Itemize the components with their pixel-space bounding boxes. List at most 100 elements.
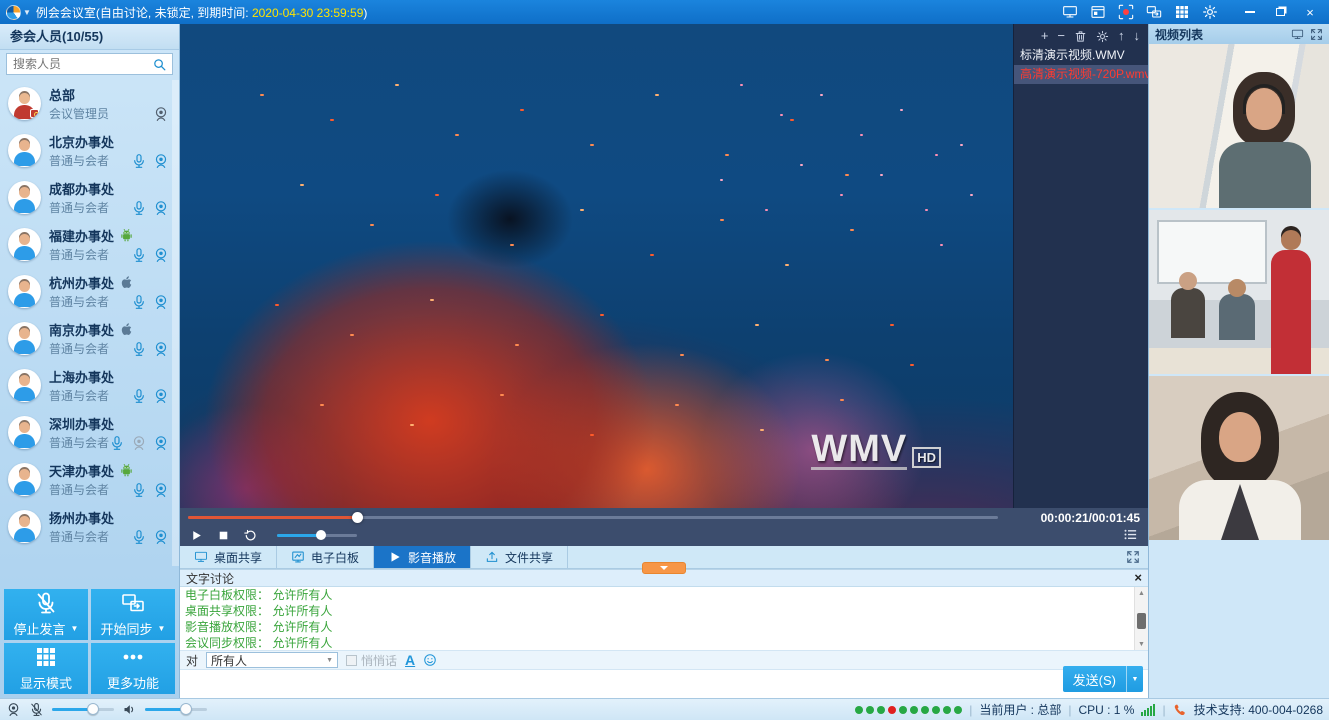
logo-caret-icon[interactable]: ▼ [23,8,31,17]
mic-icon[interactable] [131,247,147,263]
video-thumbnail-1[interactable] [1149,44,1329,208]
message-input[interactable] [180,670,1148,696]
playlist-move-up-button[interactable]: ↑ [1118,29,1125,43]
expand-icon[interactable] [1310,28,1323,41]
stop-button[interactable] [217,529,230,542]
status-dot [932,706,940,714]
camera-icon[interactable] [153,435,169,451]
participant-row-tianjin[interactable]: 天津办事处 普通与会者 [0,456,179,503]
camera-icon[interactable] [153,106,169,122]
mic-icon[interactable] [131,529,147,545]
scroll-down-icon[interactable]: ▼ [1135,638,1148,650]
stop-speaking-button[interactable]: 停止发言▼ [4,589,88,640]
playlist-item-active[interactable]: 高清演示视频-720P.wmv 删除 [1014,65,1148,84]
replay-button[interactable] [244,529,257,542]
mic-icon[interactable] [131,482,147,498]
tab-file-share[interactable]: 文件共享 [471,546,568,568]
speaker-volume-handle[interactable] [180,703,192,715]
playlist-remove-button[interactable]: − [1057,29,1065,43]
mic-volume-slider[interactable] [52,708,114,711]
participant-name: 北京办事处 [49,132,114,151]
start-sync-button[interactable]: 开始同步▼ [91,589,175,640]
more-features-button[interactable]: 更多功能 [91,643,175,694]
playlist-add-button[interactable]: + [1041,29,1049,43]
settings-gear-icon[interactable] [1201,4,1218,21]
camera-icon[interactable] [153,200,169,216]
participant-row-yangzhou[interactable]: 扬州办事处 普通与会者 [0,503,179,550]
maximize-button[interactable] [1267,2,1293,22]
mic-muted-icon[interactable] [29,702,44,717]
screen-share-icon[interactable] [1061,4,1078,21]
record-icon[interactable] [1117,4,1134,21]
playlist-move-down-button[interactable]: ↓ [1134,29,1141,43]
playlist-trash-button[interactable] [1074,30,1087,43]
participant-name: 南京办事处 [49,320,114,339]
participant-row-hangzhou[interactable]: 杭州办事处 普通与会者 [0,268,179,315]
mic-icon[interactable] [131,341,147,357]
recipient-select[interactable]: 所有人 ▼ [206,652,338,668]
progress-bar[interactable] [188,516,998,519]
search-input[interactable] [6,53,173,75]
participant-row-shanghai[interactable]: 上海办事处 普通与会者 [0,362,179,409]
playlist-item[interactable]: 标清演示视频.WMV [1014,46,1148,65]
window-layout-icon[interactable] [1089,4,1106,21]
chat-collapse-handle[interactable] [642,562,686,574]
whisper-checkbox[interactable]: 悄悄话 [346,652,397,669]
chat-message: 影音播放权限： 允许所有人 [180,619,1148,635]
video-monitor-icon[interactable] [1291,28,1304,41]
tab-media-play[interactable]: 影音播放 [374,546,471,568]
playlist-toggle-icon[interactable] [1123,527,1138,545]
sync-screens-icon[interactable] [1145,4,1162,21]
mic-icon[interactable] [131,153,147,169]
participant-row-hq[interactable]: 总部 会议管理员 [0,80,179,127]
display-mode-button[interactable]: 显示模式 [4,643,88,694]
fullscreen-icon[interactable] [1126,550,1140,564]
participant-row-shenzhen[interactable]: 深圳办事处 普通与会者 [0,409,179,456]
tab-whiteboard[interactable]: 电子白板 [277,546,374,568]
mic-volume-handle[interactable] [87,703,99,715]
video-thumbnail-2[interactable] [1149,210,1329,374]
camera-icon[interactable] [153,529,169,545]
progress-handle[interactable] [352,512,363,523]
participant-row-fujian[interactable]: 福建办事处 普通与会者 [0,221,179,268]
scrollbar-thumb[interactable] [1137,613,1146,629]
grid-icon[interactable] [1173,4,1190,21]
camera-icon[interactable] [153,247,169,263]
close-button[interactable]: × [1297,2,1323,22]
minimize-button[interactable] [1237,2,1263,22]
mic-icon[interactable] [131,388,147,404]
tab-desktop-share[interactable]: 桌面共享 [180,546,277,568]
participant-row-nanjing[interactable]: 南京办事处 普通与会者 [0,315,179,362]
avatar [8,87,41,120]
emoji-icon[interactable] [423,653,437,667]
font-style-button[interactable]: A [405,652,415,668]
participant-row-beijing[interactable]: 北京办事处 普通与会者 [0,127,179,174]
status-bar: | 当前用户 : 总部 | CPU : 1 % | 技术支持: 400-004-… [0,698,1329,720]
camera-icon[interactable] [153,294,169,310]
player-volume-slider[interactable] [277,534,357,537]
send-button[interactable]: 发送(S) ▼ [1063,666,1143,692]
speaker-icon[interactable] [122,702,137,717]
camera-icon[interactable] [153,482,169,498]
playlist-settings-button[interactable] [1096,30,1109,43]
video-thumbnail-3[interactable] [1149,376,1329,540]
camera-icon[interactable] [153,388,169,404]
mic-icon[interactable] [131,294,147,310]
mic-icon[interactable] [109,435,125,451]
camera-icon[interactable] [153,153,169,169]
scroll-up-icon[interactable]: ▲ [1135,587,1148,599]
camera-status-icon[interactable] [6,702,21,717]
video-display[interactable]: WMV HD [180,24,1013,508]
search-icon[interactable] [152,57,167,72]
send-caret-icon[interactable]: ▼ [1126,666,1143,692]
chat-close-icon[interactable]: × [1134,572,1142,584]
volume-handle[interactable] [316,530,326,540]
chat-scrollbar[interactable]: ▲ ▼ [1134,587,1148,650]
participant-row-chengdu[interactable]: 成都办事处 普通与会者 [0,174,179,221]
play-button[interactable] [190,529,203,542]
camera-icon[interactable] [153,341,169,357]
mic-icon[interactable] [131,200,147,216]
checkbox-icon[interactable] [346,655,357,666]
camera-disabled-icon[interactable] [131,435,147,451]
speaker-volume-slider[interactable] [145,708,207,711]
